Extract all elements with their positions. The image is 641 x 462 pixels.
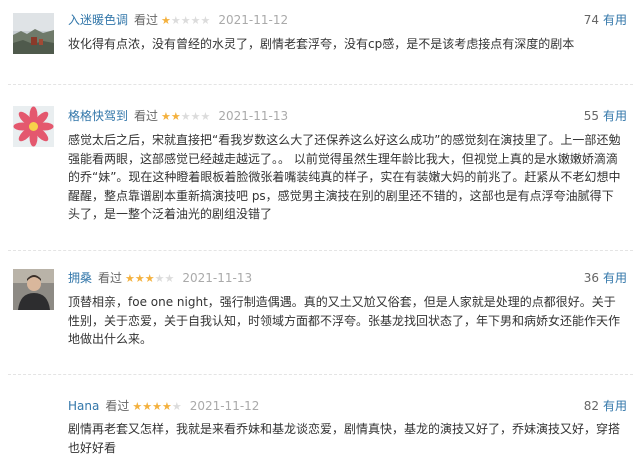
author-link[interactable]: 拥桑 (68, 271, 92, 285)
avatar[interactable] (13, 106, 54, 147)
review-text: 顶替相亲，foe one night，强行制造偶遇。真的又土又尬又俗套，但是人家… (68, 295, 621, 346)
vote-count: 82 (583, 399, 599, 413)
useful-button[interactable]: 有用 (603, 271, 627, 285)
watched-label: 看过 (98, 271, 123, 285)
review-date: 2021-11-13 (218, 109, 289, 123)
author-link[interactable]: Hana (68, 399, 99, 413)
rating-stars: ★★★★★ (161, 14, 211, 27)
watched-label: 看过 (105, 399, 130, 413)
vote-area: 36 有用 (584, 269, 627, 287)
review-text: 剧情再老套又怎样，我就是来看乔妹和基龙谈恋爱，剧情真快，基龙的演技又好了，乔妹演… (68, 422, 621, 455)
review-meta: Hana 看过 ★★★★★ 2021-11-12 (68, 397, 259, 415)
rating-stars: ★★★★★ (125, 272, 175, 285)
vote-area: 55 有用 (584, 107, 627, 125)
vote-count: 36 (583, 271, 599, 285)
author-link[interactable]: 格格快驾到 (68, 109, 128, 123)
review-meta: 入迷暖色调 看过 ★★★★★ 2021-11-12 (68, 11, 288, 29)
review-text: 感觉太后之后，宋就直接把“看我岁数这么大了还保养这么好这么成功”的感觉刻在演技里… (68, 133, 621, 221)
rating-stars: ★★★★★ (161, 110, 211, 123)
watched-label: 看过 (134, 13, 159, 27)
review-text: 妆化得有点浓，没有曾经的水灵了，剧情老套浮夸，没有cp感，是不是该考虑接点有深度… (68, 37, 575, 51)
divider (8, 250, 633, 251)
review-meta: 拥桑 看过 ★★★★★ 2021-11-13 (68, 269, 252, 287)
author-link[interactable]: 入迷暖色调 (68, 13, 128, 27)
watched-label: 看过 (134, 109, 159, 123)
review-date: 2021-11-12 (189, 399, 260, 413)
review-date: 2021-11-12 (218, 13, 289, 27)
divider (8, 374, 633, 375)
vote-area: 74 有用 (584, 11, 627, 29)
vote-count: 55 (583, 109, 599, 123)
vote-area: 82 有用 (584, 397, 627, 415)
useful-button[interactable]: 有用 (603, 399, 627, 413)
avatar[interactable] (13, 13, 54, 54)
useful-button[interactable]: 有用 (603, 109, 627, 123)
review-meta: 格格快驾到 看过 ★★★★★ 2021-11-13 (68, 107, 288, 125)
review-list: 入迷暖色调 看过 ★★★★★ 2021-11-12 74 有用 妆化得有点浓，没有曾经的… (0, 0, 641, 462)
rating-stars: ★★★★★ (132, 400, 182, 413)
avatar[interactable] (13, 269, 54, 310)
review-date: 2021-11-13 (182, 271, 253, 285)
vote-count: 74 (583, 13, 599, 27)
divider (8, 84, 633, 85)
useful-button[interactable]: 有用 (603, 13, 627, 27)
